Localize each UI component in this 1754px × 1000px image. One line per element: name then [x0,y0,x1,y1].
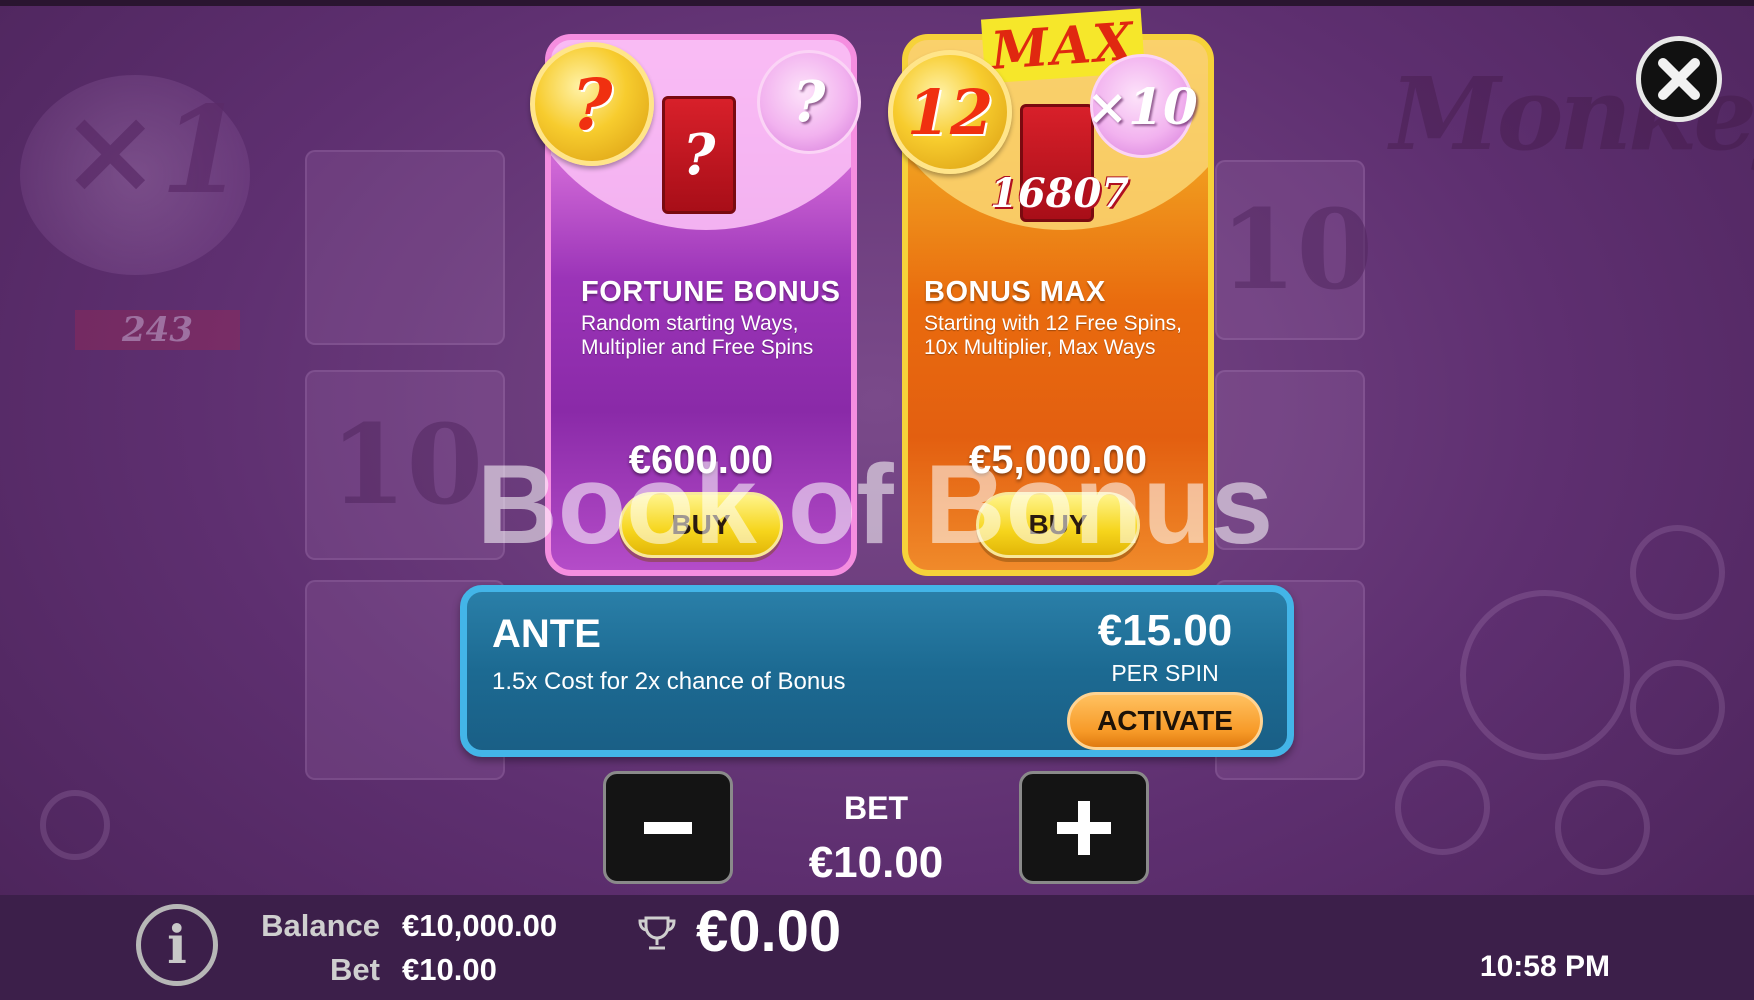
card-description: Random starting Ways, Multiplier and Fre… [581,312,814,359]
ante-description: 1.5x Cost for 2x chance of Bonus [492,668,846,695]
ante-cost: €15.00 [1097,606,1233,655]
clock: 10:58 PM [1479,950,1610,983]
close-icon [1658,58,1700,100]
coin-text: 12 [906,75,994,149]
minus-icon [644,821,692,834]
decrease-bet-button[interactable] [603,771,733,884]
trophy-icon [638,916,676,950]
side-button-ring [1555,780,1650,875]
coin-text: ? [571,62,613,146]
plus-icon [1057,800,1111,855]
bet-label: BET [844,790,908,826]
ante-per-spin: PER SPIN [1111,660,1219,686]
lotus-multiplier-icon: ? [757,50,861,154]
side-button-ring [1630,525,1725,620]
reel-symbol [305,150,505,345]
spin-ring [1460,590,1630,760]
multiplier-text: ×1 [60,80,245,221]
info-icon: i [167,914,187,976]
game-screen: ×1 243 10 10 MonkeyZ FORTUNE BONUS Rando… [0,0,1754,1000]
lotus-text: ×10 [1086,76,1198,136]
side-button-ring [40,790,110,860]
talisman-icon: ? [662,96,736,214]
balance-value: €10,000.00 [402,908,558,943]
bet-status-label: Bet [330,952,380,987]
spins-coin-icon: 12 [888,50,1012,174]
card-title: FORTUNE BONUS [581,276,841,308]
card-description: Starting with 12 Free Spins, 10x Multipl… [924,312,1182,359]
ante-panel: ANTE 1.5x Cost for 2x chance of Bonus €1… [460,585,1294,757]
watermark: Book of Bonus [476,442,1274,567]
ways-count: 16807 [990,170,1130,217]
ante-title: ANTE [492,612,601,656]
close-button[interactable] [1636,36,1722,122]
win-amount: €0.00 [696,899,842,964]
bet-value: €10.00 [808,838,944,887]
lotus-text: ? [792,69,826,135]
activate-ante-button[interactable]: ACTIVATE [1067,692,1263,750]
mystery-coin-icon: ? [530,42,654,166]
increase-bet-button[interactable] [1019,771,1149,884]
card-title: BONUS MAX [924,276,1106,308]
symbol-ten: 10 [1220,185,1374,314]
bet-status-value: €10.00 [402,952,497,987]
talisman-text: ? [682,122,716,188]
lotus-multiplier-icon: ×10 [1086,54,1198,158]
ways-plate: 243 [75,310,240,350]
side-button-ring [1395,760,1490,855]
info-button[interactable]: i [136,904,218,986]
balance-label: Balance [261,908,380,943]
side-button-ring [1630,660,1725,755]
